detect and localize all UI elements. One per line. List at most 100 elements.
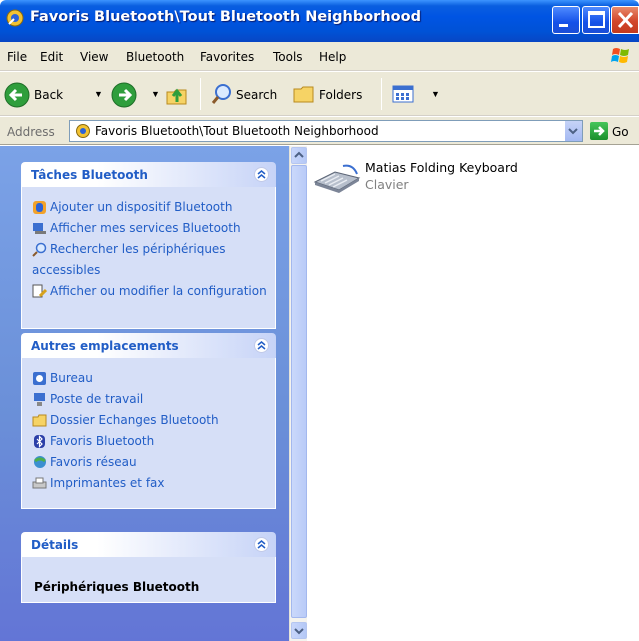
forward-dropdown-icon[interactable]: ▼ bbox=[151, 89, 160, 99]
panel-header[interactable]: Tâches Bluetooth bbox=[21, 162, 276, 187]
place-label: Poste de travail bbox=[50, 392, 144, 406]
go-arrow-icon bbox=[594, 126, 605, 136]
address-value: Favoris Bluetooth\Tout Bluetooth Neighbo… bbox=[95, 124, 379, 138]
windows-logo-icon bbox=[611, 48, 629, 63]
details-panel: Détails Périphériques Bluetooth bbox=[21, 532, 276, 603]
other-places-panel: Autres emplacements Bureau Poste de trav… bbox=[21, 333, 276, 509]
device-name: Matias Folding Keyboard bbox=[365, 160, 518, 175]
scroll-down-button[interactable] bbox=[291, 622, 307, 639]
toolbar-separator bbox=[200, 78, 201, 110]
bluetooth-icon bbox=[34, 435, 45, 448]
folder-icon bbox=[32, 414, 47, 427]
place-label: Imprimantes et fax bbox=[50, 476, 165, 490]
desktop-icon bbox=[33, 372, 46, 385]
minimize-icon bbox=[559, 24, 568, 27]
close-button[interactable] bbox=[611, 6, 639, 34]
device-item[interactable]: Matias Folding Keyboard Clavier bbox=[313, 158, 553, 198]
address-label: Address bbox=[7, 125, 55, 139]
device-type: Clavier bbox=[365, 177, 409, 192]
details-text: Périphériques Bluetooth bbox=[34, 580, 200, 594]
maximize-button[interactable] bbox=[582, 6, 610, 34]
task-label: Afficher mes services Bluetooth bbox=[50, 221, 241, 235]
menu-bar: File Edit View Bluetooth Favorites Tools… bbox=[0, 42, 639, 71]
up-button[interactable] bbox=[164, 82, 190, 108]
forward-arrow-icon bbox=[111, 82, 137, 108]
task-pane-scrollbar[interactable] bbox=[289, 146, 307, 641]
menu-edit[interactable]: Edit bbox=[40, 50, 63, 64]
search-icon bbox=[32, 242, 47, 257]
printers-icon bbox=[32, 477, 47, 489]
standard-toolbar: Back ▼ ▼ Search Folders ▼ bbox=[0, 72, 639, 116]
views-icon bbox=[392, 85, 414, 103]
menu-bluetooth[interactable]: Bluetooth bbox=[126, 50, 184, 64]
go-label[interactable]: Go bbox=[612, 125, 629, 139]
task-label: Afficher ou modifier la configuration bbox=[50, 284, 267, 298]
task-label: Rechercher les périphériques bbox=[50, 242, 226, 256]
menu-help[interactable]: Help bbox=[319, 50, 346, 64]
back-arrow-icon bbox=[4, 82, 30, 108]
panel-header[interactable]: Détails bbox=[21, 532, 276, 557]
place-label: Dossier Echanges Bluetooth bbox=[50, 413, 219, 427]
panel-body: Bureau Poste de travail Dossier Echanges… bbox=[21, 358, 276, 509]
search-button[interactable]: Search bbox=[210, 82, 288, 108]
folders-button[interactable]: Folders bbox=[292, 82, 376, 108]
chevron-up-icon bbox=[257, 540, 266, 549]
panel-body: Périphériques Bluetooth bbox=[21, 557, 276, 603]
chevron-up-icon bbox=[257, 341, 266, 350]
toolbar-separator bbox=[381, 78, 382, 110]
task-label-continued: accessibles bbox=[32, 263, 101, 277]
file-view[interactable]: Matias Folding Keyboard Clavier bbox=[307, 146, 639, 641]
my-computer-icon bbox=[34, 393, 45, 406]
place-label: Favoris Bluetooth bbox=[50, 434, 155, 448]
window-title: Favoris Bluetooth\Tout Bluetooth Neighbo… bbox=[30, 9, 421, 25]
task-pane: Tâches Bluetooth Ajouter un dispositif B… bbox=[0, 146, 289, 641]
configuration-icon bbox=[32, 284, 47, 298]
panel-title: Autres emplacements bbox=[31, 339, 179, 353]
collapse-button[interactable] bbox=[254, 338, 269, 353]
menu-favorites[interactable]: Favorites bbox=[200, 50, 254, 64]
title-bar[interactable]: Favoris Bluetooth\Tout Bluetooth Neighbo… bbox=[0, 0, 639, 42]
add-device-icon bbox=[33, 201, 46, 214]
menu-view[interactable]: View bbox=[80, 50, 108, 64]
maximize-icon bbox=[588, 11, 605, 28]
place-label: Favoris réseau bbox=[50, 455, 137, 469]
panel-body: Ajouter un dispositif Bluetooth Afficher… bbox=[21, 187, 276, 329]
bluetooth-favorites-icon bbox=[6, 9, 24, 27]
close-icon bbox=[617, 11, 634, 29]
place-label: Bureau bbox=[50, 371, 93, 385]
forward-button[interactable] bbox=[111, 82, 139, 108]
chevron-down-icon bbox=[294, 628, 304, 635]
chevron-up-icon bbox=[294, 151, 304, 158]
scroll-up-button[interactable] bbox=[291, 147, 307, 164]
folders-icon bbox=[293, 86, 314, 103]
minimize-button[interactable] bbox=[552, 6, 580, 34]
address-dropdown-button[interactable] bbox=[564, 121, 582, 141]
scroll-thumb[interactable] bbox=[291, 165, 307, 618]
back-dropdown-icon[interactable]: ▼ bbox=[94, 89, 103, 99]
address-field[interactable]: Favoris Bluetooth\Tout Bluetooth Neighbo… bbox=[69, 120, 583, 142]
chevron-down-icon bbox=[568, 128, 578, 135]
views-dropdown-icon[interactable]: ▼ bbox=[431, 89, 440, 99]
network-places-icon bbox=[34, 456, 46, 468]
back-label: Back bbox=[34, 88, 64, 102]
panel-header[interactable]: Autres emplacements bbox=[21, 333, 276, 358]
collapse-button[interactable] bbox=[254, 167, 269, 182]
panel-title: Détails bbox=[31, 538, 79, 552]
menu-tools[interactable]: Tools bbox=[273, 50, 303, 64]
address-bar: Address Favoris Bluetooth\Tout Bluetooth… bbox=[0, 117, 639, 145]
back-button[interactable]: Back bbox=[4, 82, 74, 108]
up-folder-icon bbox=[166, 88, 187, 105]
views-button[interactable] bbox=[391, 82, 419, 108]
keyboard-icon bbox=[313, 164, 361, 193]
search-icon bbox=[211, 84, 231, 104]
task-label: Ajouter un dispositif Bluetooth bbox=[50, 200, 233, 214]
chevron-up-icon bbox=[257, 170, 266, 179]
go-button[interactable] bbox=[590, 122, 608, 140]
bluetooth-tasks-panel: Tâches Bluetooth Ajouter un dispositif B… bbox=[21, 162, 276, 329]
menu-file[interactable]: File bbox=[7, 50, 27, 64]
services-icon bbox=[33, 223, 46, 234]
collapse-button[interactable] bbox=[254, 537, 269, 552]
panel-title: Tâches Bluetooth bbox=[31, 168, 148, 182]
bluetooth-favorites-icon bbox=[76, 124, 90, 138]
folders-label: Folders bbox=[319, 88, 363, 102]
